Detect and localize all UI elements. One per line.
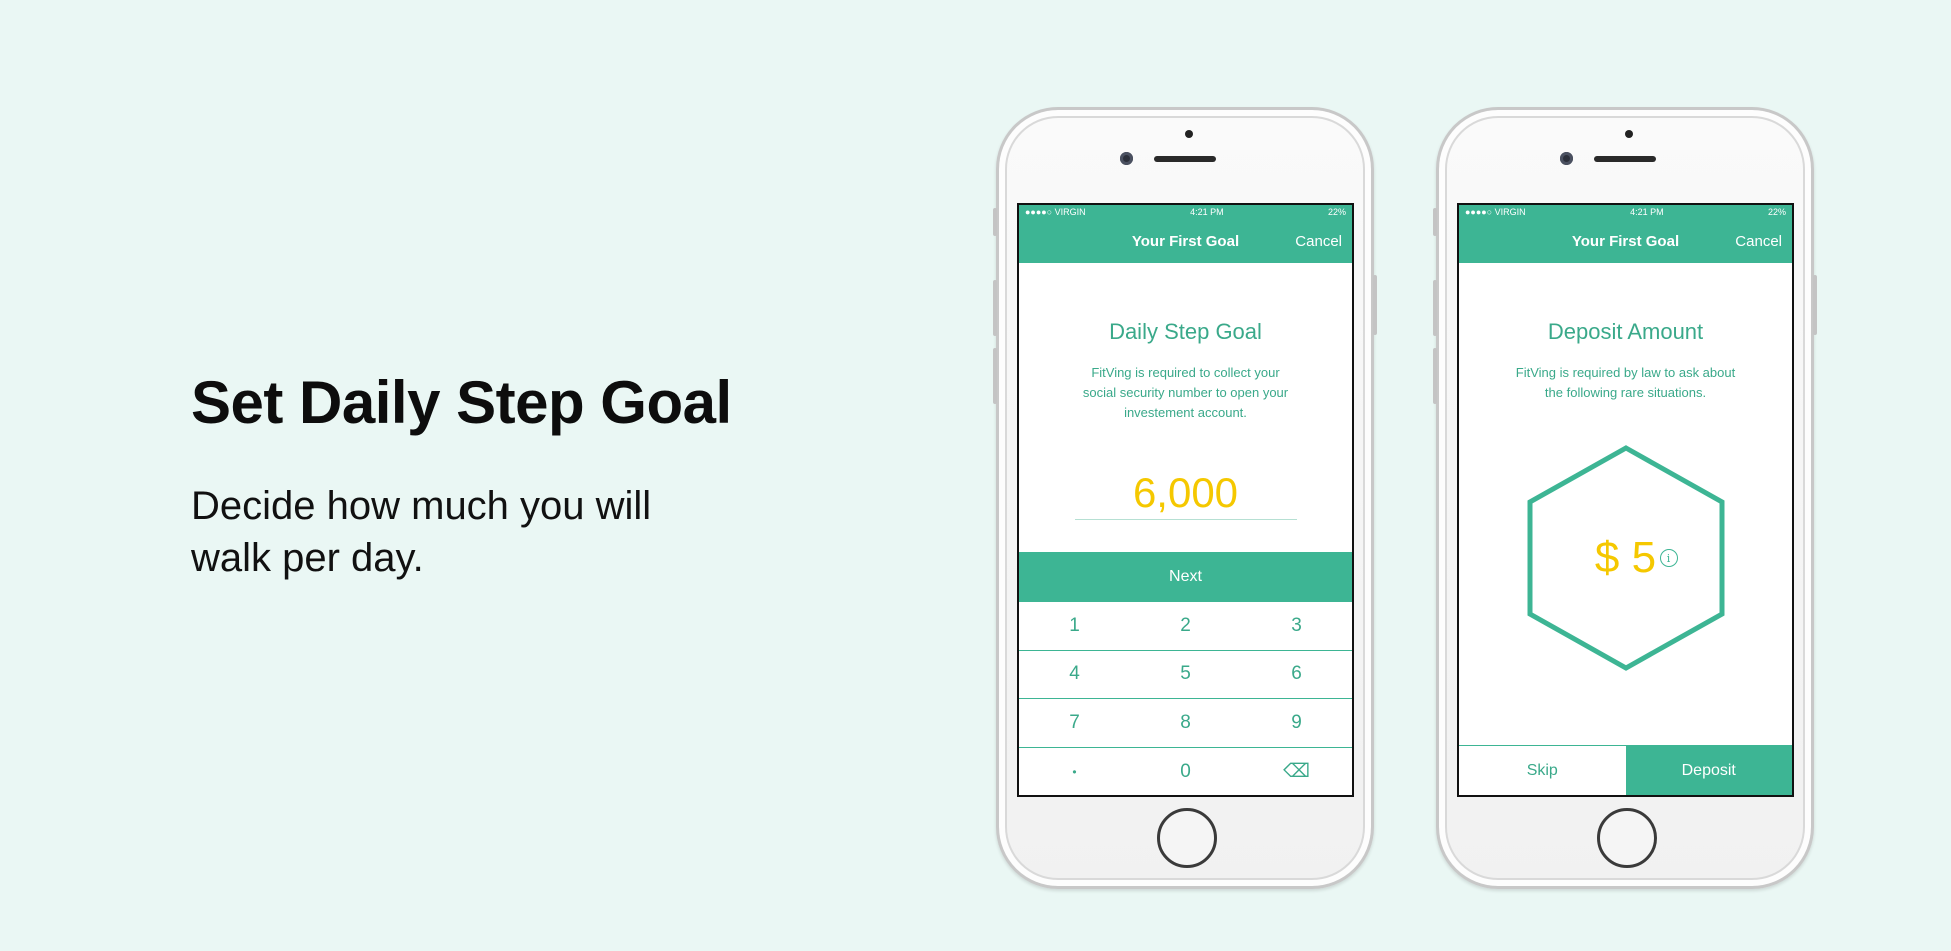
action-bar: Skip Deposit xyxy=(1459,745,1792,795)
status-bar: ●●●●○ VIRGIN 4:21 PM 22% xyxy=(1019,205,1352,219)
volume-up-button xyxy=(993,280,997,336)
page-subtitle: Decide how much you will walk per day. xyxy=(191,484,652,580)
nav-bar: Your First Goal Cancel xyxy=(1459,219,1792,263)
key-8[interactable]: 8 xyxy=(1130,699,1241,747)
cancel-button[interactable]: Cancel xyxy=(1295,233,1342,250)
proximity-sensor xyxy=(1185,130,1193,138)
earpiece-speaker xyxy=(1594,156,1656,162)
goal-heading: Daily Step Goal xyxy=(1109,319,1262,344)
goal-content: Daily Step Goal FitVing is required to c… xyxy=(1019,319,1352,520)
phone-mockup-deposit: ●●●●○ VIRGIN 4:21 PM 22% Your First Goal… xyxy=(1433,107,1817,889)
carrier-label: ●●●●○ VIRGIN xyxy=(1025,207,1086,217)
cancel-button[interactable]: Cancel xyxy=(1735,233,1782,250)
backspace-icon[interactable]: ⌫ xyxy=(1241,748,1352,796)
keypad-row: 4 5 6 xyxy=(1019,651,1352,699)
deposit-content: Deposit Amount FitVing is required by la… xyxy=(1459,319,1792,671)
phone-screen: ●●●●○ VIRGIN 4:21 PM 22% Your First Goal… xyxy=(1457,203,1794,797)
goal-description: FitVing is required to collect your soci… xyxy=(1082,365,1289,420)
front-camera-icon xyxy=(1120,152,1133,165)
key-5[interactable]: 5 xyxy=(1130,651,1241,699)
page-title: Set Daily Step Goal xyxy=(191,369,732,436)
mute-switch xyxy=(993,208,997,236)
mute-switch xyxy=(1433,208,1437,236)
keypad-row: • 0 ⌫ xyxy=(1019,748,1352,796)
skip-button[interactable]: Skip xyxy=(1459,746,1626,795)
nav-bar: Your First Goal Cancel xyxy=(1019,219,1352,263)
deposit-hexagon[interactable]: $ 5 i xyxy=(1526,445,1726,671)
next-button[interactable]: Next xyxy=(1019,552,1352,602)
proximity-sensor xyxy=(1625,130,1633,138)
deposit-description: FitVing is required by law to ask about … xyxy=(1515,365,1736,400)
power-button xyxy=(1373,275,1377,335)
status-bar: ●●●●○ VIRGIN 4:21 PM 22% xyxy=(1459,205,1792,219)
phone-mockup-step-goal: ●●●●○ VIRGIN 4:21 PM 22% Your First Goal… xyxy=(993,107,1377,889)
info-icon[interactable]: i xyxy=(1659,549,1678,567)
carrier-label: ●●●●○ VIRGIN xyxy=(1465,207,1526,217)
nav-title: Your First Goal xyxy=(1131,232,1240,250)
battery-label: 22% xyxy=(1767,207,1786,217)
deposit-amount: $ 5 xyxy=(1594,533,1657,582)
nav-title: Your First Goal xyxy=(1571,232,1680,250)
key-6[interactable]: 6 xyxy=(1241,651,1352,699)
key-2[interactable]: 2 xyxy=(1130,602,1241,650)
status-time: 4:21 PM xyxy=(1630,207,1664,217)
step-goal-input[interactable]: 6,000 xyxy=(1074,469,1297,520)
status-time: 4:21 PM xyxy=(1190,207,1224,217)
key-0[interactable]: 0 xyxy=(1130,748,1241,796)
deposit-heading: Deposit Amount xyxy=(1547,319,1704,344)
volume-up-button xyxy=(1433,280,1437,336)
key-4[interactable]: 4 xyxy=(1019,651,1130,699)
keypad-row: 7 8 9 xyxy=(1019,699,1352,748)
front-camera-icon xyxy=(1560,152,1573,165)
numeric-keypad: 1 2 3 4 5 6 7 8 9 • 0 ⌫ xyxy=(1019,602,1352,796)
key-9[interactable]: 9 xyxy=(1241,699,1352,747)
home-button xyxy=(1597,808,1657,868)
home-button xyxy=(1157,808,1217,868)
deposit-button[interactable]: Deposit xyxy=(1625,746,1792,795)
battery-label: 22% xyxy=(1327,207,1346,217)
key-1[interactable]: 1 xyxy=(1019,602,1130,650)
key-3[interactable]: 3 xyxy=(1241,602,1352,650)
key-decimal[interactable]: • xyxy=(1019,748,1130,796)
volume-down-button xyxy=(993,348,997,404)
power-button xyxy=(1813,275,1817,335)
volume-down-button xyxy=(1433,348,1437,404)
phone-screen: ●●●●○ VIRGIN 4:21 PM 22% Your First Goal… xyxy=(1017,203,1354,797)
earpiece-speaker xyxy=(1154,156,1216,162)
key-7[interactable]: 7 xyxy=(1019,699,1130,747)
keypad-row: 1 2 3 xyxy=(1019,602,1352,651)
intro: Set Daily Step Goal Decide how much you … xyxy=(191,370,811,584)
